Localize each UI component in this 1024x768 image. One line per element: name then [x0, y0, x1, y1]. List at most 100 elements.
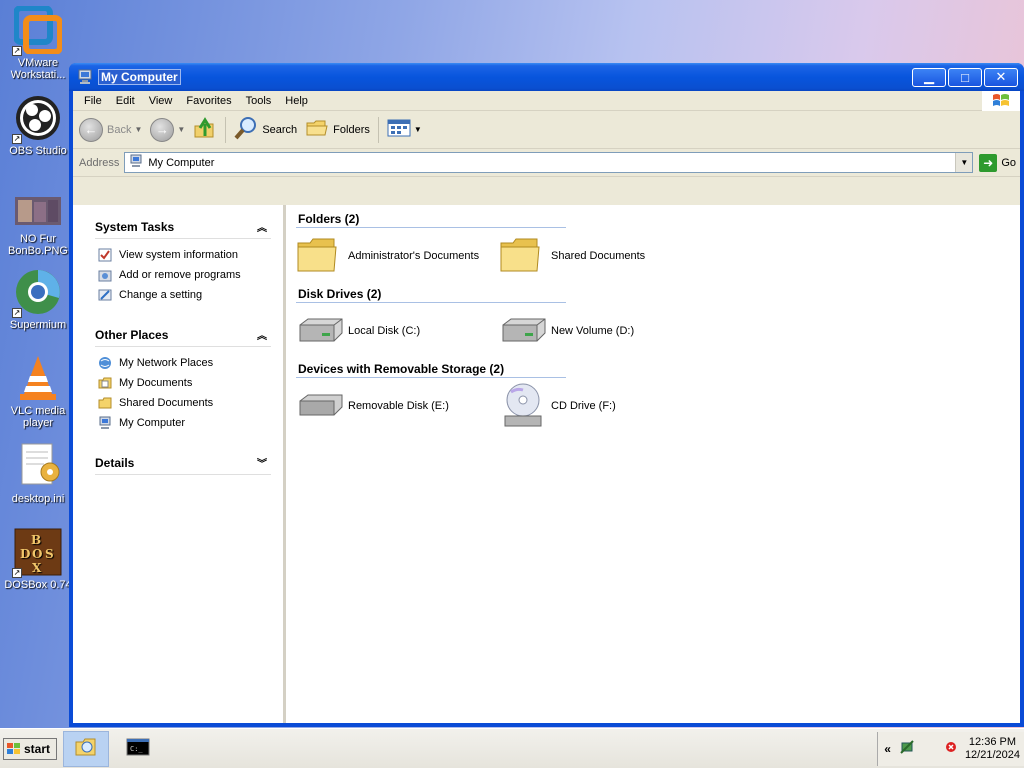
chevron-down-icon: ▼ [413, 125, 422, 134]
chevron-down-icon: ▼ [134, 125, 143, 134]
control-panel-icon [97, 287, 113, 303]
menu-file[interactable]: File [77, 95, 109, 107]
toolbar: ← Back ▼ → ▼ Search Folders ▼ [73, 111, 1020, 149]
up-folder-button[interactable] [193, 116, 217, 143]
item-administrators-documents[interactable]: Administrator's Documents [296, 234, 499, 278]
address-dropdown-button[interactable]: ▼ [955, 153, 973, 172]
desktop-icon-dosbox[interactable]: BDOSX ↗ DOSBox 0.74 [2, 528, 74, 591]
command-prompt-icon: C:_ [126, 738, 150, 759]
toolbar-separator [225, 116, 227, 143]
item-label: Removable Disk (E:) [348, 400, 449, 412]
title-bar[interactable]: My Computer ▁ □ ✕ [69, 63, 1024, 91]
item-local-disk-c[interactable]: Local Disk (C:) [296, 309, 499, 353]
menu-edit[interactable]: Edit [109, 95, 142, 107]
obs-icon: ↗ [12, 94, 62, 144]
section-title: Other Places [95, 327, 169, 342]
back-arrow-icon: ← [79, 117, 103, 142]
link-my-network-places[interactable]: My Network Places [95, 353, 271, 373]
details-header[interactable]: Details ︾ [95, 451, 271, 475]
link-label: Change a setting [119, 289, 203, 301]
folders-button[interactable]: Folders [305, 117, 370, 142]
explorer-window: My Computer ▁ □ ✕ File Edit View Favorit… [69, 63, 1024, 727]
desktop-icon-label: desktop.ini [11, 493, 65, 505]
back-label: Back [107, 123, 132, 136]
chevron-up-icon: ︽ [257, 331, 267, 342]
close-button[interactable]: ✕ [984, 67, 1018, 87]
desktop-icon-vlc[interactable]: VLC media player [2, 354, 74, 429]
clock[interactable]: 12:36 PM 12/21/2024 [965, 736, 1020, 762]
forward-arrow-icon: → [150, 117, 175, 142]
address-input[interactable]: My Computer ▼ [124, 152, 974, 173]
folder-icon [499, 234, 551, 278]
link-label: My Network Places [119, 357, 214, 369]
maximize-button[interactable]: □ [948, 67, 982, 87]
system-info-icon [97, 247, 113, 263]
network-places-icon [97, 355, 113, 371]
section-title: Details [95, 455, 135, 470]
link-label: My Computer [119, 417, 186, 429]
item-shared-documents[interactable]: Shared Documents [499, 234, 702, 278]
other-places-header[interactable]: Other Places ︽ [95, 323, 271, 347]
desktop-icon-vmware[interactable]: ↗ VMware Workstati... [2, 5, 74, 81]
desktop-icon-desktop-ini[interactable]: desktop.ini [2, 442, 74, 505]
menu-help[interactable]: Help [278, 95, 315, 107]
file-list-pane: Folders (2) Administrator's Documents Sh… [286, 205, 1020, 723]
item-removable-disk-e[interactable]: Removable Disk (E:) [296, 384, 499, 428]
item-cd-drive-f[interactable]: CD Drive (F:) [499, 383, 702, 428]
desktop-icon-label: OBS Studio [9, 145, 67, 157]
cd-drive-icon [499, 383, 551, 428]
removable-disk-icon [296, 384, 348, 428]
desktop-icon-supermium[interactable]: ↗ Supermium [2, 268, 74, 331]
taskbar-app-command-prompt[interactable]: C:_ [115, 731, 161, 767]
search-label: Search [262, 123, 298, 136]
other-places-section: Other Places ︽ My Network Places My Docu… [95, 323, 271, 433]
task-pane: System Tasks ︽ View system information A… [73, 205, 286, 723]
vmware-icon: ↗ [12, 5, 63, 56]
minimize-icon: ▁ [924, 69, 934, 84]
folder-icon [305, 117, 329, 142]
link-add-remove-programs[interactable]: Add or remove programs [95, 265, 271, 285]
window-client: File Edit View Favorites Tools Help ← Ba… [73, 91, 1020, 723]
item-label: CD Drive (F:) [551, 400, 616, 412]
link-my-computer[interactable]: My Computer [95, 413, 271, 433]
minimize-button[interactable]: ▁ [912, 67, 946, 87]
desktop-icon-label: DOSBox 0.74 [4, 579, 72, 591]
details-section: Details ︾ [95, 451, 271, 475]
group-removable-items: Removable Disk (E:) CD Drive (F:) [296, 378, 1020, 434]
menu-tools[interactable]: Tools [239, 95, 279, 107]
back-button[interactable]: ← Back ▼ [79, 117, 143, 142]
item-new-volume-d[interactable]: New Volume (D:) [499, 309, 702, 353]
menu-view[interactable]: View [142, 95, 180, 107]
menu-favorites[interactable]: Favorites [179, 95, 238, 107]
safely-remove-hardware-icon[interactable] [899, 739, 915, 758]
taskbar-app-my-computer[interactable] [63, 730, 109, 767]
item-label: Administrator's Documents [348, 250, 480, 262]
network-error-icon[interactable] [945, 741, 957, 756]
search-button[interactable]: Search [234, 116, 297, 143]
views-button[interactable]: ▼ [387, 118, 422, 141]
link-label: Add or remove programs [119, 269, 241, 281]
chevron-down-icon: ▼ [177, 125, 186, 134]
link-shared-documents[interactable]: Shared Documents [95, 393, 271, 413]
desktop-icon-image[interactable]: NO Fur BonBo.PNG [2, 196, 74, 257]
go-button[interactable]: ➜ Go [979, 153, 1016, 172]
link-view-system-info[interactable]: View system information [95, 245, 271, 265]
group-folders-items: Administrator's Documents Shared Documen… [296, 228, 1020, 284]
folders-label: Folders [333, 123, 370, 136]
taskbar: start C:_ « 12:36 PM 12/21/2024 [0, 728, 1024, 768]
windows-flag-icon [7, 742, 21, 755]
computer-icon [129, 154, 143, 171]
address-value: My Computer [148, 156, 215, 169]
link-change-setting[interactable]: Change a setting [95, 285, 271, 305]
tray-expand-button[interactable]: « [884, 742, 891, 756]
link-my-documents[interactable]: My Documents [95, 373, 271, 393]
link-label: My Documents [119, 377, 193, 389]
clock-date: 12/21/2024 [964, 748, 1020, 761]
forward-button[interactable]: → ▼ [150, 117, 186, 142]
start-button[interactable]: start [3, 737, 57, 760]
folder-icon [296, 234, 348, 278]
vlc-icon [14, 354, 62, 402]
section-title: System Tasks [95, 219, 175, 234]
system-tasks-header[interactable]: System Tasks ︽ [95, 215, 271, 239]
desktop-icon-obs[interactable]: ↗ OBS Studio [2, 94, 74, 157]
